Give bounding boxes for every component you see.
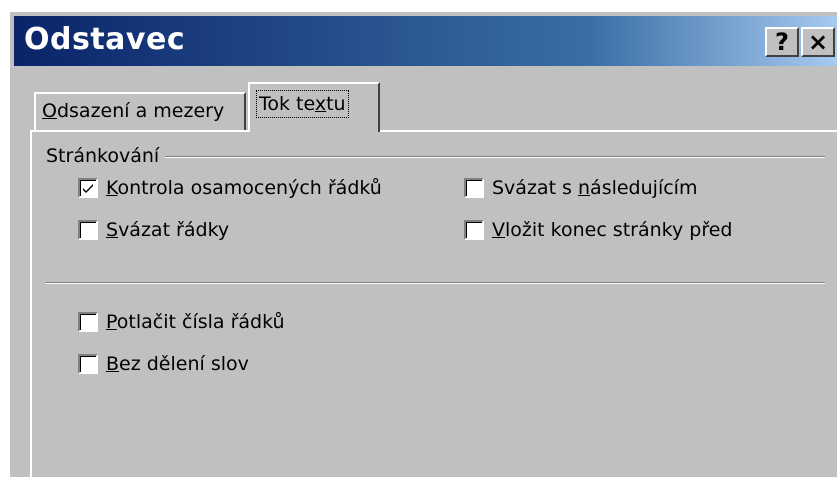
tab-accel-key: x xyxy=(314,93,327,115)
tab-text-flow[interactable]: Tok textu xyxy=(248,82,380,132)
checkbox-box[interactable] xyxy=(464,178,484,198)
checkbox-label: Bez dělení slov xyxy=(106,353,249,375)
checkbox-label: Svázat s následujícím xyxy=(492,177,698,199)
checkbox-box[interactable] xyxy=(78,178,98,198)
checkbox-box[interactable] xyxy=(78,354,98,374)
tab-indents-spacing[interactable]: Odsazení a mezery xyxy=(34,92,246,130)
section-separator xyxy=(46,282,825,284)
close-button[interactable]: × xyxy=(801,27,835,57)
tab-accel-key: O xyxy=(42,100,57,122)
help-button[interactable]: ? xyxy=(765,27,799,57)
group-label-pagination: Stránkování xyxy=(46,144,166,168)
title-bar[interactable]: Odstavec ? × xyxy=(14,16,837,66)
check-mark-icon xyxy=(83,184,93,193)
checkbox-label: Potlačit čísla řádků xyxy=(106,311,285,333)
checkbox-label: Vložit konec stránky před xyxy=(492,219,733,241)
tab-panel-text-flow: Stránkování Kontrola osamocených řádků S… xyxy=(30,130,837,477)
checkbox-box[interactable] xyxy=(464,220,484,240)
window-title: Odstavec xyxy=(24,22,186,57)
checkbox-label: Svázat řádky xyxy=(106,219,230,241)
checkbox-label: Kontrola osamocených řádků xyxy=(106,177,382,199)
paragraph-dialog: Odstavec ? × Odsazení a mezery Tok textu… xyxy=(8,10,837,477)
checkbox-box[interactable] xyxy=(78,312,98,332)
tab-focus-rect: Tok textu xyxy=(256,90,349,118)
checkbox-box[interactable] xyxy=(78,220,98,240)
